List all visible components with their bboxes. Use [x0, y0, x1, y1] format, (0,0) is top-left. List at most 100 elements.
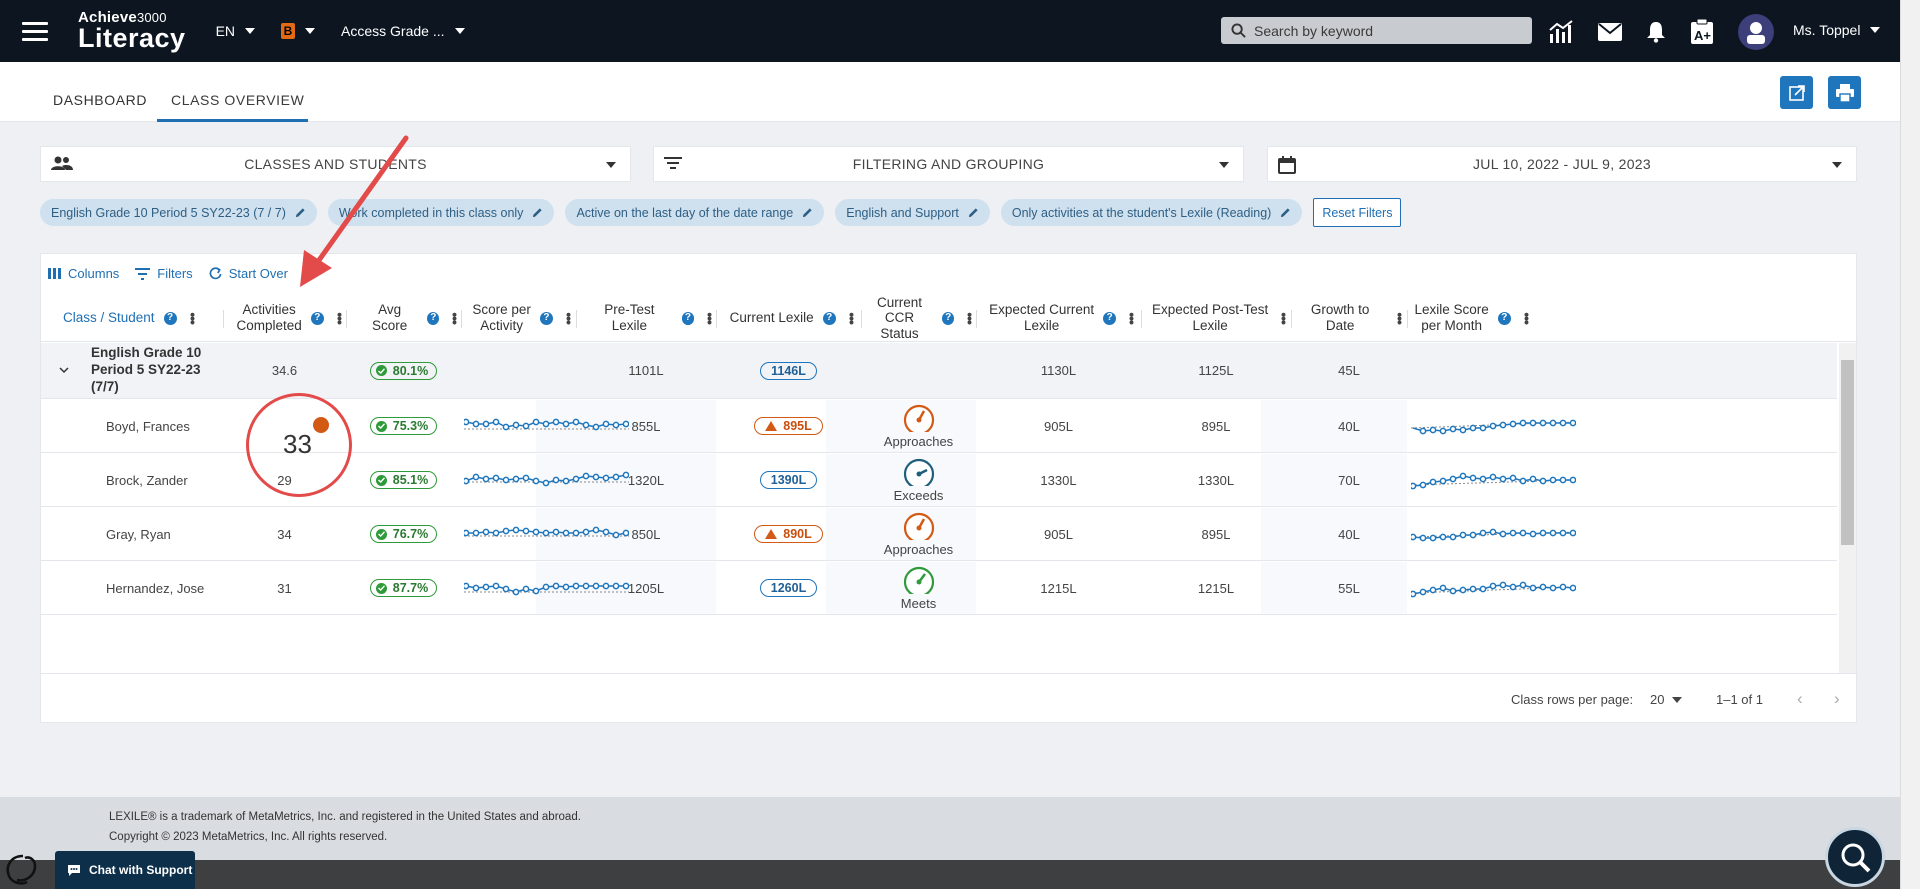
chat-bubble-icon — [68, 864, 80, 876]
check-icon — [375, 420, 387, 432]
col-divider — [1291, 310, 1292, 328]
mail-icon[interactable] — [1598, 23, 1622, 41]
col-current-lexile[interactable]: Current Lexile? ••• — [726, 294, 861, 342]
cell-avg-score: 85.1% — [346, 454, 461, 506]
col-ccr-status[interactable]: Current CCR Status? ••• — [866, 294, 978, 342]
col-class-student[interactable]: Class / Student? ••• — [63, 294, 213, 342]
app-logo[interactable]: Achieve3000 Literacy — [78, 10, 186, 52]
help-icon[interactable]: ? — [1103, 311, 1117, 325]
col-activities-completed[interactable]: Activities Completed? ••• — [231, 294, 351, 342]
cell-expected-current: 905L — [1044, 526, 1073, 542]
more-icon[interactable]: ••• — [561, 312, 577, 324]
table-row[interactable]: Hernandez, Jose 31 87.7% 1205L 1260L Mee… — [41, 562, 1837, 615]
lexile-sparkline — [1411, 454, 1837, 506]
print-button[interactable] — [1828, 76, 1861, 109]
avatar[interactable] — [1738, 14, 1774, 50]
prev-page-icon[interactable]: ‹ — [1797, 689, 1803, 709]
lexile-badge: 1146L — [760, 361, 817, 380]
help-icon[interactable]: ? — [1497, 311, 1511, 325]
resource-center-button[interactable] — [1825, 827, 1885, 887]
more-icon[interactable]: ••• — [1124, 312, 1140, 324]
tab-dashboard[interactable]: DASHBOARD — [53, 92, 147, 108]
col-label: Avg Score — [372, 302, 408, 333]
student-name[interactable]: Boyd, Frances — [41, 400, 223, 452]
pencil-icon[interactable] — [968, 207, 979, 218]
chevron-down-icon — [305, 28, 316, 34]
grade-selector[interactable]: Access Grade ... — [341, 23, 465, 39]
tab-class-overview[interactable]: CLASS OVERVIEW — [171, 92, 304, 108]
more-icon[interactable]: ••• — [1276, 312, 1292, 324]
bell-icon[interactable] — [1646, 21, 1666, 43]
table-row[interactable]: Gray, Ryan 34 76.7% 850L 890L Approaches… — [41, 508, 1837, 561]
support-swirl-icon[interactable] — [3, 852, 43, 888]
more-icon[interactable]: ••• — [843, 312, 860, 324]
help-icon[interactable]: ? — [427, 311, 440, 325]
reports-icon[interactable] — [1548, 20, 1574, 44]
col-expected-post-test-lexile[interactable]: Expected Post-Test Lexile ••• — [1151, 294, 1292, 342]
more-icon[interactable]: ••• — [1519, 312, 1535, 324]
lexile-badge: 895L — [754, 417, 823, 435]
search-input[interactable]: Search by keyword — [1221, 17, 1532, 44]
filter-chip-subject[interactable]: English and Support — [835, 199, 990, 226]
help-icon[interactable]: ? — [163, 311, 177, 325]
filtering-dropdown-label: FILTERING AND GROUPING — [852, 156, 1045, 172]
chevron-down-icon — [606, 162, 616, 168]
page-scrollbar[interactable] — [1900, 0, 1920, 889]
help-icon[interactable]: ? — [681, 311, 695, 325]
more-icon[interactable]: ••• — [184, 312, 200, 324]
filter-chip-class[interactable]: English Grade 10 Period 5 SY22-23 (7 / 7… — [40, 199, 317, 226]
help-icon[interactable]: ? — [942, 311, 955, 325]
chevron-down-icon — [1219, 162, 1229, 168]
level-selector[interactable]: B — [281, 23, 316, 39]
chat-with-support-button[interactable]: Chat with Support — [55, 851, 195, 889]
col-growth-to-date[interactable]: Growth to Date ••• — [1296, 294, 1408, 342]
col-avg-score[interactable]: Avg Score? ••• — [361, 294, 463, 342]
score-badge: 85.1% — [369, 471, 438, 489]
help-icon[interactable]: ? — [310, 311, 324, 325]
col-expected-current-lexile[interactable]: Expected Current Lexile? ••• — [986, 294, 1141, 342]
cell-current-lexile: 895L — [716, 400, 861, 452]
chevron-down-icon — [1832, 162, 1842, 168]
date-range-dropdown[interactable]: JUL 10, 2022 - JUL 9, 2023 — [1267, 146, 1857, 182]
active-filter-chips: English Grade 10 Period 5 SY22-23 (7 / 7… — [40, 198, 1402, 227]
table-scrollbar[interactable] — [1839, 343, 1856, 673]
rows-per-page-select[interactable]: 20 — [1650, 692, 1683, 707]
col-divider — [576, 310, 577, 328]
scrollbar-thumb[interactable] — [1841, 360, 1854, 545]
pencil-icon[interactable] — [1280, 207, 1291, 218]
col-label-line: Current — [877, 294, 923, 310]
filters-button[interactable]: Filters — [135, 266, 193, 281]
class-row[interactable]: English Grade 10 Period 5 SY22-23 (7/7) 34… — [41, 343, 1837, 399]
start-over-button[interactable]: Start Over — [209, 266, 288, 281]
user-menu[interactable]: Ms. Toppel — [1793, 22, 1881, 38]
student-name[interactable]: Gray, Ryan — [41, 508, 223, 560]
grades-icon[interactable]: A+ — [1690, 19, 1714, 45]
help-icon[interactable]: ? — [822, 311, 836, 325]
student-name[interactable]: Brock, Zander — [41, 454, 223, 506]
col-score-per-activity[interactable]: Score per Activity? ••• — [471, 294, 576, 342]
more-icon[interactable]: ••• — [1392, 312, 1408, 324]
score-value: 85.1% — [392, 473, 429, 487]
pencil-icon[interactable] — [532, 207, 543, 218]
lexile-sparkline — [1411, 400, 1837, 452]
class-name[interactable]: English Grade 10 Period 5 SY22-23 (7/7) — [41, 343, 223, 398]
col-divider — [861, 310, 862, 328]
student-name[interactable]: Hernandez, Jose — [41, 562, 223, 614]
filter-chip-lexile[interactable]: Only activities at the student's Lexile … — [1000, 199, 1303, 226]
lexile-sparkline — [1411, 508, 1837, 560]
cell-expected-post: 895L — [1201, 418, 1231, 434]
cell-pretest: 1101L — [628, 363, 664, 378]
help-icon[interactable]: ? — [539, 311, 553, 325]
pencil-icon[interactable] — [802, 207, 813, 218]
logo-text-big: Literacy — [78, 23, 186, 53]
reset-filters-button[interactable]: Reset Filters — [1313, 198, 1402, 227]
language-selector[interactable]: EN — [216, 23, 256, 39]
menu-icon[interactable] — [22, 17, 48, 46]
columns-button[interactable]: Columns — [48, 266, 119, 281]
col-pretest-lexile[interactable]: Pre-Test Lexile? ••• — [586, 294, 718, 342]
next-page-icon[interactable]: › — [1834, 689, 1840, 709]
filtering-and-grouping-dropdown[interactable]: FILTERING AND GROUPING — [653, 146, 1244, 182]
col-lexile-per-month[interactable]: Lexile Score per Month? ••• — [1411, 294, 1536, 342]
export-button[interactable] — [1780, 76, 1813, 109]
filter-chip-active[interactable]: Active on the last day of the date range — [565, 199, 825, 226]
